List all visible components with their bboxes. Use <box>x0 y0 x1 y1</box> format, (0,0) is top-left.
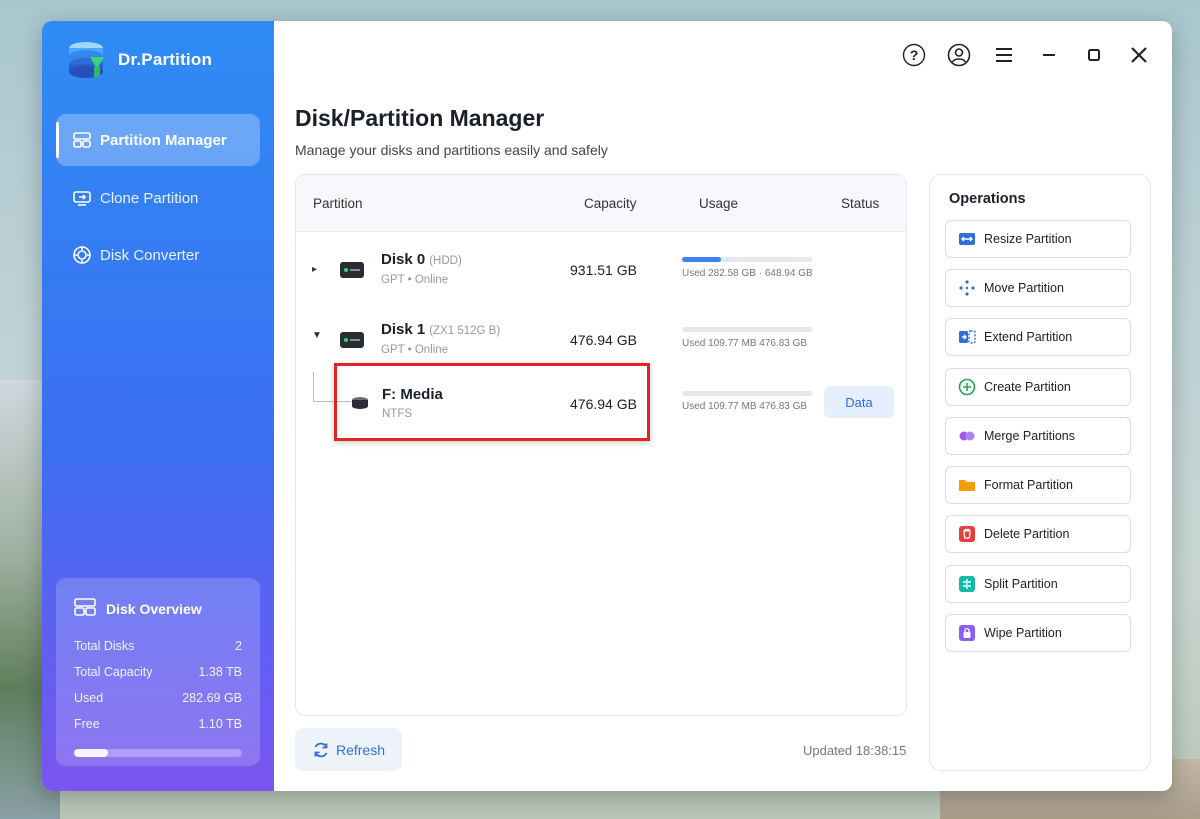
minimize-button[interactable] <box>1035 41 1062 68</box>
overview-row-used: Used 282.69 GB <box>74 691 242 705</box>
main-panel: ? Disk/Partition Manager Manage your dis… <box>274 21 1172 791</box>
format-icon <box>958 476 976 494</box>
disk-overview-title: Disk Overview <box>74 598 242 619</box>
updated-timestamp: Updated 18:38:15 <box>803 743 907 758</box>
operations-panel: Operations Resize Partition Move Partiti… <box>929 174 1151 771</box>
close-icon <box>1130 46 1147 63</box>
sidebar: Dr.Partition Partition Manager Clone Par… <box>42 21 274 791</box>
disk-name: Disk 0 (HDD) <box>381 251 462 268</box>
extend-partition-button[interactable]: Extend Partition <box>945 318 1131 356</box>
partition-usage-bar <box>682 391 812 396</box>
sidebar-item-label: Disk Converter <box>100 246 200 264</box>
sidebar-item-disk-converter[interactable]: Disk Converter <box>56 229 260 281</box>
titlebar: ? <box>900 41 1152 68</box>
overview-row-total-capacity: Total Capacity 1.38 TB <box>74 665 242 679</box>
partition-usage-text: Used 109.77 MB 476.83 GB <box>682 401 808 412</box>
minimize-icon <box>1042 53 1055 56</box>
overview-icon <box>74 598 96 619</box>
maximize-icon <box>1087 48 1100 61</box>
split-icon <box>958 575 976 593</box>
create-partition-button[interactable]: Create Partition <box>945 368 1131 406</box>
column-capacity[interactable]: Capacity <box>584 196 637 211</box>
partition-icon <box>72 130 92 150</box>
wipe-partition-button[interactable]: Wipe Partition <box>945 614 1131 652</box>
partition-table: Partition Capacity Usage Status ▸ Disk 0… <box>295 174 907 716</box>
sidebar-item-clone-partition[interactable]: Clone Partition <box>56 172 260 224</box>
disk-meta: GPT • Online <box>381 344 449 356</box>
disk-name: Disk 1 (ZX1 512G B) <box>381 321 501 338</box>
overview-row-free: Free 1.10 TB <box>74 717 242 731</box>
column-status[interactable]: Status <box>841 196 879 211</box>
merge-partitions-button[interactable]: Merge Partitions <box>945 417 1131 455</box>
overview-usage-fill <box>74 749 108 757</box>
close-button[interactable] <box>1125 41 1152 68</box>
status-badge: Data <box>824 386 894 418</box>
selection-highlight <box>334 363 650 441</box>
menu-icon <box>995 47 1012 62</box>
sidebar-item-label: Partition Manager <box>100 131 227 149</box>
column-usage[interactable]: Usage <box>699 196 738 211</box>
clone-icon <box>72 188 92 208</box>
delete-partition-button[interactable]: Delete Partition <box>945 515 1131 553</box>
menu-button[interactable] <box>990 41 1017 68</box>
disk-usage-bar <box>682 257 812 262</box>
disk-row-1[interactable]: ▼ Disk 1 (ZX1 512G B) GPT • Online 476.94… <box>296 302 906 372</box>
collapse-caret-icon[interactable]: ▼ <box>312 330 322 341</box>
sidebar-item-label: Clone Partition <box>100 189 199 207</box>
account-icon <box>947 43 970 66</box>
disk-row-0[interactable]: ▸ Disk 0 (HDD) GPT • Online 931.51 GB Use… <box>296 232 906 302</box>
table-header: Partition Capacity Usage Status <box>296 175 906 232</box>
brand: Dr.Partition <box>66 39 212 81</box>
disk-meta: GPT • Online <box>381 274 449 286</box>
operations-title: Operations <box>949 191 1026 207</box>
extend-icon <box>958 328 976 346</box>
help-button[interactable]: ? <box>900 41 927 68</box>
disk-capacity: 476.94 GB <box>570 332 637 348</box>
split-partition-button[interactable]: Split Partition <box>945 565 1131 603</box>
merge-icon <box>958 427 976 445</box>
disk-usage-bar <box>682 327 812 332</box>
ssd-icon <box>340 332 364 348</box>
wipe-icon <box>958 624 976 642</box>
refresh-icon <box>314 742 328 757</box>
converter-icon <box>72 245 92 265</box>
move-partition-button[interactable]: Move Partition <box>945 269 1131 307</box>
app-logo-icon <box>66 39 108 81</box>
disk-usage-text: Used 282.58 GB · 648.94 GB <box>682 268 813 279</box>
delete-icon <box>958 525 976 543</box>
overview-usage-bar <box>74 749 242 757</box>
svg-text:?: ? <box>909 47 918 63</box>
app-window: Dr.Partition Partition Manager Clone Par… <box>42 21 1172 791</box>
app-name: Dr.Partition <box>118 50 213 69</box>
disk-usage-text: Used 109.77 MB 476.83 GB <box>682 338 808 349</box>
maximize-button[interactable] <box>1080 41 1107 68</box>
disk-overview-card: Disk Overview Total Disks 2 Total Capaci… <box>56 578 260 766</box>
disk-capacity: 931.51 GB <box>570 262 637 278</box>
page-subtitle: Manage your disks and partitions easily … <box>295 142 608 158</box>
format-partition-button[interactable]: Format Partition <box>945 466 1131 504</box>
hdd-icon <box>340 262 364 278</box>
resize-partition-button[interactable]: Resize Partition <box>945 220 1131 258</box>
overview-row-total-disks: Total Disks 2 <box>74 639 242 653</box>
resize-icon <box>958 230 976 248</box>
page-title: Disk/Partition Manager <box>295 105 545 131</box>
column-partition[interactable]: Partition <box>313 196 363 211</box>
move-icon <box>958 279 976 297</box>
create-icon <box>958 378 976 396</box>
account-button[interactable] <box>945 41 972 68</box>
sidebar-item-partition-manager[interactable]: Partition Manager <box>56 114 260 166</box>
expand-caret-icon[interactable]: ▸ <box>312 264 317 275</box>
refresh-button[interactable]: Refresh <box>295 728 402 771</box>
